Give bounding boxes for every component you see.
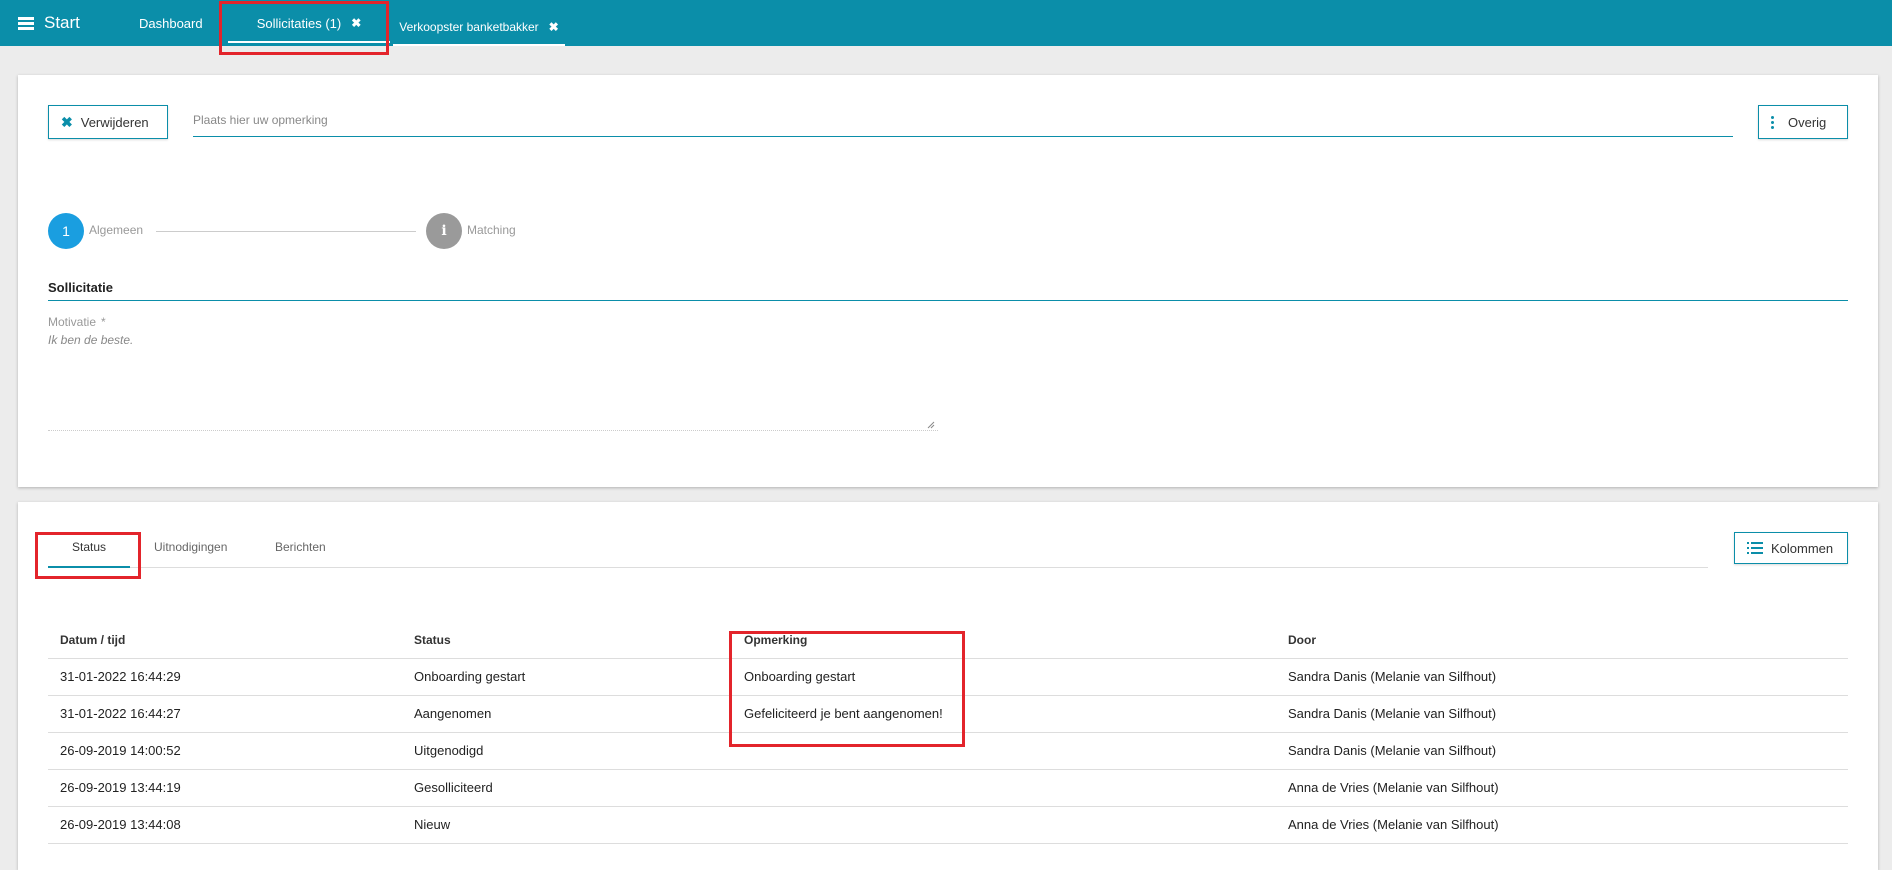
column-header-opmerking[interactable]: Opmerking [732, 622, 1276, 659]
resize-handle-icon[interactable] [927, 421, 935, 429]
cell-datum: 26-09-2019 14:00:52 [48, 732, 402, 770]
column-header-door[interactable]: Door [1276, 622, 1848, 659]
cell-door: Sandra Danis (Melanie van Silfhout) [1276, 695, 1848, 733]
tab-dashboard-label: Dashboard [139, 15, 203, 31]
hamburger-icon [18, 17, 34, 30]
application-panel: ✖ Verwijderen Overig 1 Algemeen i Matchi… [18, 75, 1878, 487]
cell-opmerking: Gefeliciteerd je bent aangenomen! [732, 695, 1276, 733]
cell-status: Aangenomen [402, 695, 732, 733]
cell-datum: 31-01-2022 16:44:29 [48, 658, 402, 696]
delete-button-label: Verwijderen [80, 114, 149, 130]
remark-input[interactable] [193, 103, 1733, 137]
cell-datum: 26-09-2019 13:44:08 [48, 806, 402, 844]
status-history-table: Datum / tijd Status Opmerking Door 31-01… [48, 622, 1848, 844]
tab-sollicitaties[interactable]: Sollicitaties (1) ✖ [226, 0, 392, 46]
step-matching-label[interactable]: Matching [467, 223, 516, 237]
step-algemeen-circle[interactable]: 1 [48, 213, 84, 249]
more-vertical-icon [1771, 115, 1774, 129]
more-button-label: Overig [1788, 114, 1827, 130]
section-divider [48, 300, 1848, 301]
main-menu-button[interactable]: Start [18, 13, 80, 33]
top-bar: Start Dashboard Sollicitaties (1) ✖ Verk… [0, 0, 1892, 46]
column-header-status[interactable]: Status [402, 622, 732, 659]
active-tab-indicator [48, 566, 130, 568]
cell-door: Sandra Danis (Melanie van Silfhout) [1276, 658, 1848, 696]
cell-datum: 26-09-2019 13:44:19 [48, 769, 402, 807]
close-icon[interactable]: ✖ [351, 16, 361, 30]
close-icon: ✖ [61, 113, 73, 130]
cell-opmerking [732, 806, 1276, 844]
cell-door: Anna de Vries (Melanie van Silfhout) [1276, 769, 1848, 807]
columns-button[interactable]: Kolommen [1734, 532, 1848, 564]
motivation-label-text: Motivatie [48, 315, 97, 329]
cell-opmerking [732, 769, 1276, 807]
cell-door: Anna de Vries (Melanie van Silfhout) [1276, 806, 1848, 844]
cell-opmerking [732, 732, 1276, 770]
cell-door: Sandra Danis (Melanie van Silfhout) [1276, 732, 1848, 770]
motivation-label: Motivatie * [48, 315, 106, 329]
tab-verkoopster-banketbakker[interactable]: Verkoopster banketbakker ✖ [393, 4, 565, 50]
table-row[interactable]: 26-09-2019 13:44:08 Nieuw Anna de Vries … [48, 806, 1848, 844]
close-icon[interactable]: ✖ [549, 20, 559, 34]
cell-status: Onboarding gestart [402, 658, 732, 696]
step-algemeen-label[interactable]: Algemeen [89, 223, 143, 237]
cell-opmerking: Onboarding gestart [732, 658, 1276, 696]
table-row[interactable]: 26-09-2019 14:00:52 Uitgenodigd Sandra D… [48, 732, 1848, 770]
cell-status: Nieuw [402, 806, 732, 844]
tab-sollicitaties-label: Sollicitaties (1) [256, 15, 342, 31]
history-panel: Status Uitnodigingen Berichten Kolommen … [18, 502, 1878, 870]
required-mark: * [101, 315, 106, 329]
cell-datum: 31-01-2022 16:44:27 [48, 695, 402, 733]
cell-status: Gesolliciteerd [402, 769, 732, 807]
tab-status[interactable]: Status [48, 540, 130, 554]
column-header-datum[interactable]: Datum / tijd [48, 622, 402, 659]
table-row[interactable]: 31-01-2022 16:44:27 Aangenomen Gefelicit… [48, 695, 1848, 733]
info-icon[interactable]: i [426, 213, 462, 249]
step-connector [156, 231, 416, 232]
section-title: Sollicitatie [48, 280, 114, 295]
more-button[interactable]: Overig [1758, 105, 1848, 139]
table-row[interactable]: 26-09-2019 13:44:19 Gesolliciteerd Anna … [48, 769, 1848, 807]
history-tabs: Status Uitnodigingen Berichten [48, 532, 1708, 568]
delete-button[interactable]: ✖ Verwijderen [48, 105, 168, 139]
motivation-field[interactable]: Ik ben de beste. [48, 333, 938, 431]
tab-dashboard[interactable]: Dashboard [139, 0, 203, 46]
menu-label: Start [44, 13, 80, 32]
columns-button-label: Kolommen [1771, 540, 1834, 556]
list-icon [1747, 542, 1763, 554]
table-row[interactable]: 31-01-2022 16:44:29 Onboarding gestart O… [48, 658, 1848, 696]
tab-verkoopster-label: Verkoopster banketbakker [399, 20, 539, 34]
tab-berichten[interactable]: Berichten [275, 540, 326, 554]
tab-uitnodigingen[interactable]: Uitnodigingen [154, 540, 227, 554]
cell-status: Uitgenodigd [402, 732, 732, 770]
tab-status-label: Status [71, 540, 107, 554]
